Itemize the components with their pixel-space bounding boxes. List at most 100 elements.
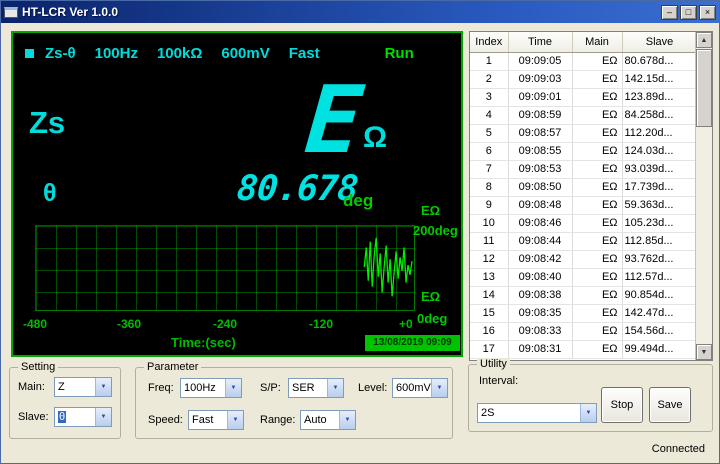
main-value-readout: E: [301, 66, 367, 174]
x-tick: -360: [117, 317, 142, 331]
x-tick: -480: [23, 317, 48, 331]
measurement-grid: Index Time Main Slave 1 09:09:05 EΩ 80.678d…: [470, 32, 698, 359]
sp-select[interactable]: SER ▼: [288, 378, 344, 398]
table-row[interactable]: 16 09:08:33 EΩ 154.56d...: [470, 322, 698, 341]
chevron-down-icon[interactable]: ▼: [327, 379, 343, 397]
range-select[interactable]: Auto ▼: [300, 410, 356, 430]
cell-main: EΩ: [572, 196, 623, 215]
chevron-down-icon[interactable]: ▼: [227, 411, 243, 429]
header-main[interactable]: Main: [572, 32, 623, 53]
table-scrollbar[interactable]: ▲ ▼: [695, 32, 712, 360]
setting-group-title: Setting: [18, 361, 59, 373]
main-select-value: Z: [58, 381, 65, 393]
table-row[interactable]: 4 09:08:59 EΩ 84.258d...: [470, 106, 698, 125]
chevron-down-icon[interactable]: ▼: [95, 378, 111, 396]
table-row[interactable]: 8 09:08:50 EΩ 17.739d...: [470, 178, 698, 197]
interval-select[interactable]: 2S ▼: [477, 403, 597, 423]
level-select[interactable]: 600mV ▼: [392, 378, 448, 398]
y-axis-top-unit: EΩ: [421, 203, 441, 218]
slave-parameter-label: θ: [43, 179, 57, 207]
table-row[interactable]: 15 09:08:35 EΩ 142.47d...: [470, 304, 698, 323]
cell-index: 17: [470, 340, 509, 359]
table-row[interactable]: 11 09:08:44 EΩ 112.85d...: [470, 232, 698, 251]
scroll-thumb[interactable]: [696, 49, 712, 127]
cell-slave: 93.762d...: [622, 250, 698, 269]
main-unit-label: Ω: [363, 121, 388, 154]
cell-main: EΩ: [572, 160, 623, 179]
table-row[interactable]: 6 09:08:55 EΩ 124.03d...: [470, 142, 698, 161]
lcd-display: Zs-θ 100Hz 100kΩ 600mV Fast Run Zs E Ω θ…: [11, 31, 463, 357]
speed-label: Speed:: [148, 414, 183, 426]
cell-index: 13: [470, 268, 509, 287]
cell-slave: 123.89d...: [622, 88, 698, 107]
freq-select-value: 100Hz: [184, 382, 216, 394]
level-label: Level:: [358, 382, 388, 394]
header-time[interactable]: Time: [508, 32, 573, 53]
table-row[interactable]: 10 09:08:46 EΩ 105.23d...: [470, 214, 698, 233]
cell-time: 09:08:57: [508, 124, 573, 143]
chevron-down-icon[interactable]: ▼: [225, 379, 241, 397]
interval-label: Interval:: [479, 375, 519, 387]
cell-time: 09:09:05: [508, 52, 573, 71]
table-row[interactable]: 2 09:09:03 EΩ 142.15d...: [470, 70, 698, 89]
table-row[interactable]: 7 09:08:53 EΩ 93.039d...: [470, 160, 698, 179]
cell-slave: 112.20d...: [622, 124, 698, 143]
cell-index: 5: [470, 124, 509, 143]
titlebar[interactable]: HT-LCR Ver 1.0.0 – □ ×: [1, 1, 719, 23]
cell-time: 09:08:31: [508, 340, 573, 359]
table-row[interactable]: 17 09:08:31 EΩ 99.494d...: [470, 340, 698, 359]
parameter-group: Parameter Freq: 100Hz ▼ S/P: SER ▼ Level…: [135, 361, 453, 439]
range-label: Range:: [260, 414, 296, 426]
cell-slave: 142.47d...: [622, 304, 698, 323]
cell-time: 09:08:42: [508, 250, 573, 269]
cell-time: 09:08:40: [508, 268, 573, 287]
sp-label: S/P:: [260, 382, 281, 394]
table-body: 1 09:09:05 EΩ 80.678d... 2 09:09:03 EΩ 142.15d.…: [470, 52, 698, 359]
cell-slave: 105.23d...: [622, 214, 698, 233]
cell-index: 11: [470, 232, 509, 251]
freq-select[interactable]: 100Hz ▼: [180, 378, 242, 398]
cell-time: 09:09:01: [508, 88, 573, 107]
chevron-down-icon[interactable]: ▼: [580, 404, 596, 422]
chevron-down-icon[interactable]: ▼: [339, 411, 355, 429]
maximize-button[interactable]: □: [680, 4, 697, 20]
cell-main: EΩ: [572, 340, 623, 359]
cell-main: EΩ: [572, 178, 623, 197]
close-button[interactable]: ×: [699, 4, 716, 20]
table-row[interactable]: 13 09:08:40 EΩ 112.57d...: [470, 268, 698, 287]
cell-slave: 99.494d...: [622, 340, 698, 359]
range-select-value: Auto: [304, 414, 327, 426]
chevron-down-icon[interactable]: ▼: [95, 408, 111, 426]
table-row[interactable]: 9 09:08:48 EΩ 59.363d...: [470, 196, 698, 215]
window-title: HT-LCR Ver 1.0.0: [22, 5, 119, 19]
cell-time: 09:08:38: [508, 286, 573, 305]
cell-main: EΩ: [572, 52, 623, 71]
header-index[interactable]: Index: [470, 32, 509, 53]
mode-readout: Zs-θ: [45, 45, 76, 62]
utility-group-title: Utility: [477, 358, 510, 370]
minimize-button[interactable]: –: [661, 4, 678, 20]
cell-index: 3: [470, 88, 509, 107]
table-row[interactable]: 3 09:09:01 EΩ 123.89d...: [470, 88, 698, 107]
cell-main: EΩ: [572, 106, 623, 125]
table-row[interactable]: 14 09:08:38 EΩ 90.854d...: [470, 286, 698, 305]
slave-select-value: θ: [58, 411, 67, 423]
table-row[interactable]: 1 09:09:05 EΩ 80.678d...: [470, 52, 698, 71]
scroll-up-icon[interactable]: ▲: [696, 32, 712, 48]
cell-index: 8: [470, 178, 509, 197]
cell-index: 15: [470, 304, 509, 323]
cell-slave: 154.56d...: [622, 322, 698, 341]
chevron-down-icon[interactable]: ▼: [431, 379, 447, 397]
slave-select[interactable]: θ ▼: [54, 407, 112, 427]
table-row[interactable]: 12 09:08:42 EΩ 93.762d...: [470, 250, 698, 269]
main-select[interactable]: Z ▼: [54, 377, 112, 397]
cell-main: EΩ: [572, 88, 623, 107]
app-window: HT-LCR Ver 1.0.0 – □ × Zs-θ 100Hz 100kΩ …: [0, 0, 720, 464]
header-slave[interactable]: Slave: [622, 32, 698, 53]
save-button[interactable]: Save: [649, 387, 691, 423]
cell-slave: 124.03d...: [622, 142, 698, 161]
scroll-down-icon[interactable]: ▼: [696, 344, 712, 360]
table-row[interactable]: 5 09:08:57 EΩ 112.20d...: [470, 124, 698, 143]
stop-button[interactable]: Stop: [601, 387, 643, 423]
speed-select[interactable]: Fast ▼: [188, 410, 244, 430]
